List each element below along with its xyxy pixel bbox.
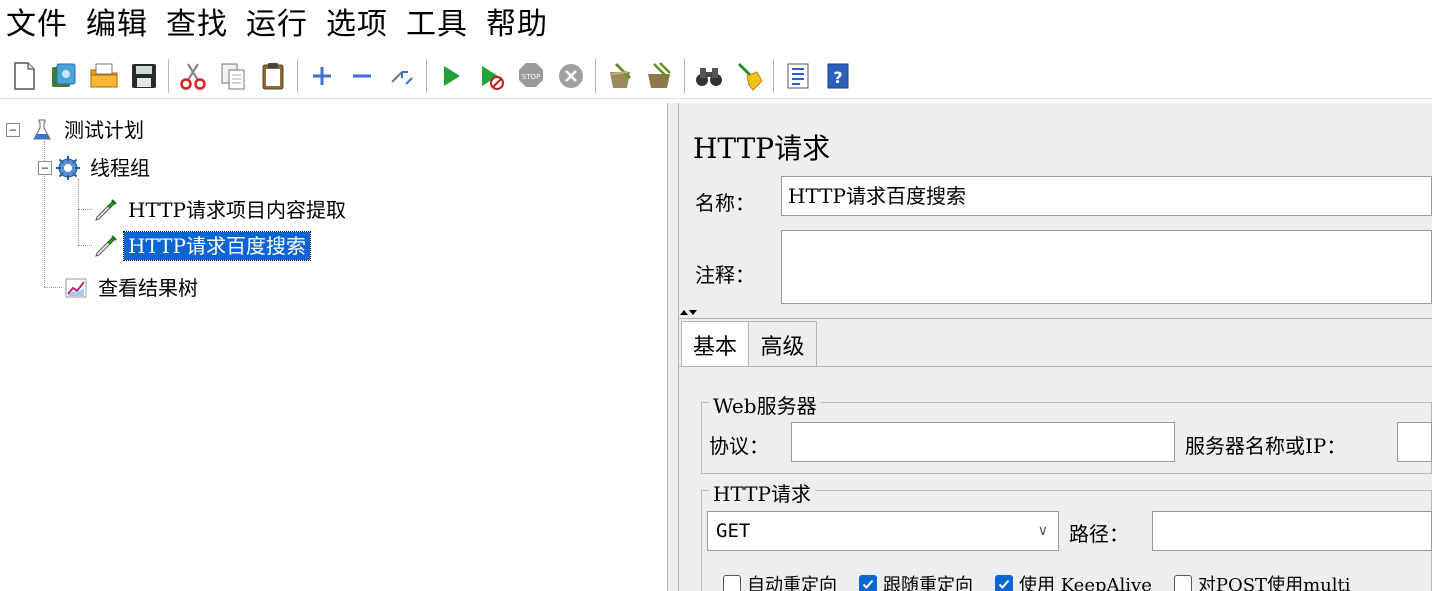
name-label: 名称： xyxy=(695,191,755,215)
menu-options[interactable]: 选项 xyxy=(326,0,388,50)
tab-content-basic: Web服务器 协议： 服务器名称或IP： HTTP请求 GET ∨ 路径： 自动… xyxy=(679,366,1432,591)
tab-basic[interactable]: 基本 xyxy=(681,321,749,367)
new-file-icon[interactable] xyxy=(6,58,42,94)
tree-connector xyxy=(78,245,92,246)
function-helper-icon[interactable] xyxy=(780,58,816,94)
templates-icon[interactable] xyxy=(46,58,82,94)
web-server-group-title: Web服务器 xyxy=(709,390,821,419)
tree-connector xyxy=(78,209,92,210)
tree-node-label[interactable]: HTTP请求项目内容提取 xyxy=(124,196,350,224)
toolbar-separator xyxy=(297,58,298,93)
reset-search-broom-icon[interactable] xyxy=(731,58,767,94)
menu-search[interactable]: 查找 xyxy=(166,0,228,50)
split-arrows-icon[interactable] xyxy=(679,309,699,319)
protocol-label: 协议： xyxy=(709,434,769,458)
menu-bar: 文件 编辑 查找 运行 选项 工具 帮助 xyxy=(0,0,1432,50)
comment-textarea[interactable] xyxy=(781,230,1432,304)
follow-redirect-label[interactable]: 跟随重定向 xyxy=(883,571,973,591)
tree-node-label[interactable]: 测试计划 xyxy=(60,116,148,144)
panel-title: HTTP请求 xyxy=(693,132,831,165)
menu-help[interactable]: 帮助 xyxy=(486,0,548,50)
flask-icon xyxy=(28,116,56,144)
method-select-value: GET xyxy=(716,520,751,542)
test-plan-tree: − 测试计划 − 线程组 HTTP请求项目内容提取 HTTP请求百度搜索 查看结… xyxy=(0,103,667,591)
name-input[interactable]: HTTP请求百度搜索 xyxy=(781,176,1432,216)
server-name-input[interactable] xyxy=(1397,422,1432,462)
auto-redirect-checkbox[interactable] xyxy=(723,575,741,591)
collapse-minus-icon[interactable] xyxy=(344,58,380,94)
graph-icon xyxy=(62,274,90,302)
gear-icon xyxy=(54,154,82,182)
panel-divider[interactable] xyxy=(679,309,1432,319)
path-input[interactable] xyxy=(1152,511,1432,551)
path-label: 路径： xyxy=(1069,522,1129,546)
tree-node-thread-group[interactable]: − 线程组 xyxy=(38,153,154,183)
follow-redirect-checkbox[interactable] xyxy=(859,575,877,591)
collapse-toggle-icon[interactable]: − xyxy=(38,161,52,175)
stop-icon[interactable]: STOP xyxy=(513,58,549,94)
method-select[interactable]: GET ∨ xyxy=(707,511,1059,551)
toolbar-separator xyxy=(426,58,427,93)
multipart-checkbox[interactable] xyxy=(1173,575,1192,591)
check-icon xyxy=(862,579,874,589)
start-no-pause-icon[interactable] xyxy=(473,58,509,94)
search-binoculars-icon[interactable] xyxy=(691,58,727,94)
multipart-label[interactable]: 对POST使用multi xyxy=(1198,571,1351,591)
toolbar-separator xyxy=(168,58,169,93)
tab-advanced[interactable]: 高级 xyxy=(749,321,817,367)
menu-file[interactable]: 文件 xyxy=(6,0,68,50)
svg-text:STOP: STOP xyxy=(522,73,540,81)
save-icon[interactable] xyxy=(126,58,162,94)
tab-bar: 基本 高级 xyxy=(679,321,1432,367)
toolbar-separator xyxy=(595,58,596,93)
open-folder-icon[interactable] xyxy=(86,58,122,94)
chevron-down-icon: ∨ xyxy=(1037,523,1048,539)
http-request-group-title: HTTP请求 xyxy=(709,478,815,507)
toggle-icon[interactable] xyxy=(384,58,420,94)
split-pane-divider[interactable] xyxy=(667,103,679,591)
check-icon xyxy=(998,579,1010,589)
tree-connector xyxy=(78,179,79,245)
toolbar: STOP ? xyxy=(0,53,1432,99)
help-icon[interactable]: ? xyxy=(820,58,856,94)
protocol-input[interactable] xyxy=(791,422,1175,462)
tree-connector xyxy=(44,287,62,288)
toolbar-separator xyxy=(684,58,685,93)
tree-node-label-selected[interactable]: HTTP请求百度搜索 xyxy=(123,231,311,261)
keepalive-label[interactable]: 使用 KeepAlive xyxy=(1019,571,1152,591)
cut-icon[interactable] xyxy=(175,58,211,94)
server-name-label: 服务器名称或IP： xyxy=(1185,434,1347,458)
tree-node-http-baidu[interactable]: HTTP请求百度搜索 xyxy=(92,231,311,261)
comment-label: 注释： xyxy=(695,263,755,287)
toolbar-separator xyxy=(773,58,774,93)
clear-icon[interactable] xyxy=(602,58,638,94)
pipette-icon xyxy=(92,196,120,224)
http-request-panel: HTTP请求 名称： HTTP请求百度搜索 注释： 基本 高级 Web服务器 协… xyxy=(679,103,1432,591)
tree-node-label[interactable]: 线程组 xyxy=(86,154,154,182)
tree-node-test-plan[interactable]: − 测试计划 xyxy=(6,115,148,145)
shutdown-icon[interactable] xyxy=(553,58,589,94)
copy-icon[interactable] xyxy=(215,58,251,94)
tree-node-http-extract[interactable]: HTTP请求项目内容提取 xyxy=(92,195,350,225)
tree-node-view-results-tree[interactable]: 查看结果树 xyxy=(62,273,202,303)
paste-icon[interactable] xyxy=(255,58,291,94)
keepalive-checkbox[interactable] xyxy=(995,575,1013,591)
expand-plus-icon[interactable] xyxy=(304,58,340,94)
auto-redirect-label[interactable]: 自动重定向 xyxy=(747,571,837,591)
collapse-toggle-icon[interactable]: − xyxy=(6,123,20,137)
pipette-icon xyxy=(92,232,120,260)
svg-text:?: ? xyxy=(833,68,842,87)
menu-edit[interactable]: 编辑 xyxy=(86,0,148,50)
tree-node-label[interactable]: 查看结果树 xyxy=(94,274,202,302)
option-row: 自动重定向 跟随重定向 使用 KeepAlive 对POST使用multi xyxy=(723,571,1372,591)
menu-run[interactable]: 运行 xyxy=(246,0,308,50)
menu-tools[interactable]: 工具 xyxy=(406,0,468,50)
clear-all-icon[interactable] xyxy=(642,58,678,94)
start-icon[interactable] xyxy=(433,58,469,94)
